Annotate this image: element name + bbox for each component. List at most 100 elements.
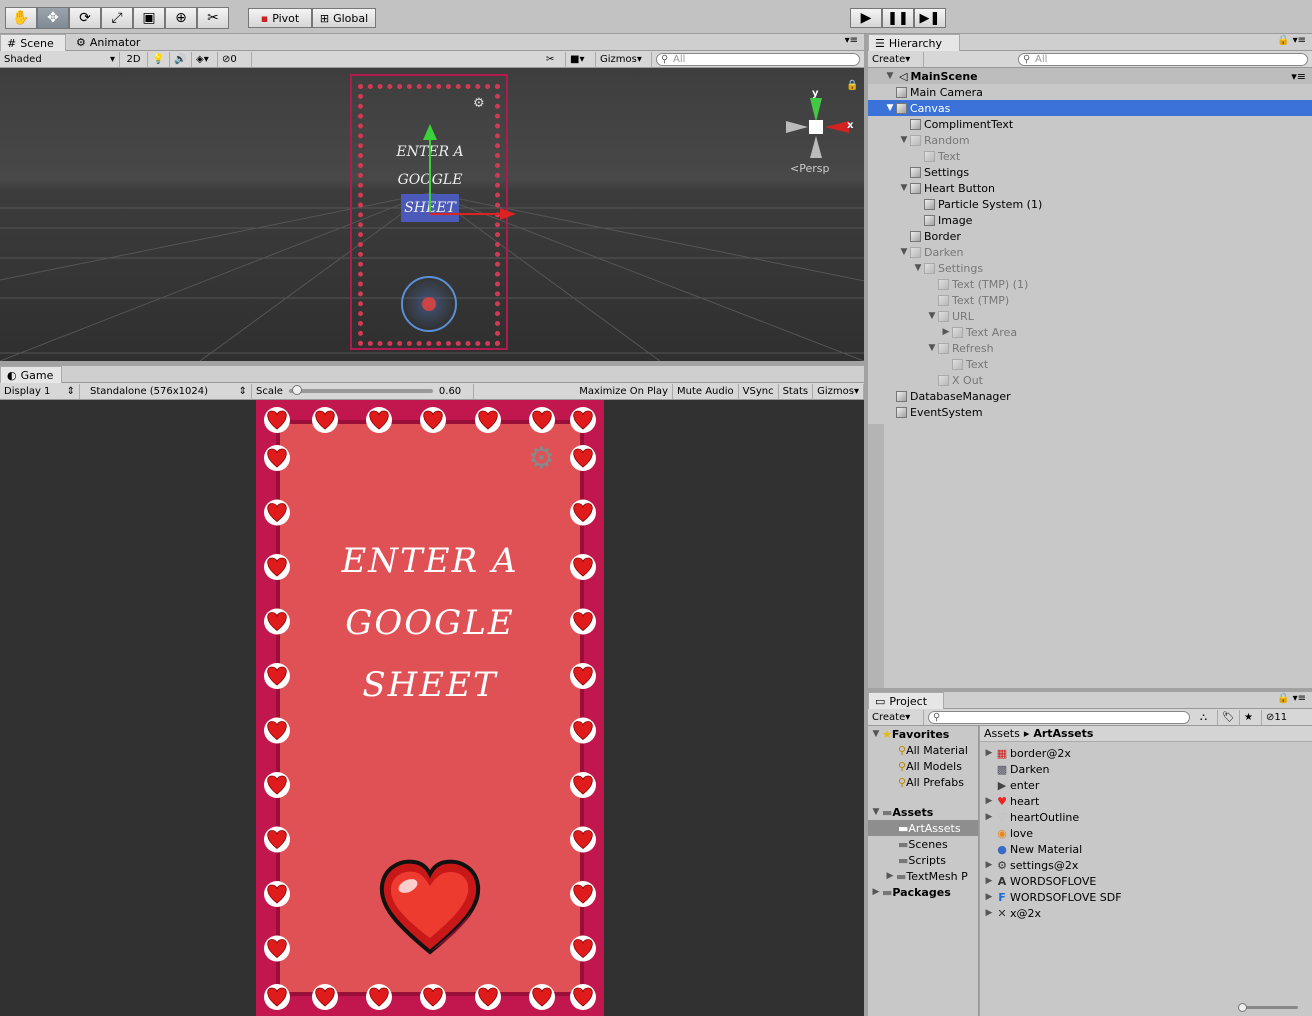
asset-item[interactable]: ▶ ♥ heart [984,793,1040,809]
expand-arrow-icon[interactable]: ▶ [984,860,994,870]
vsync-toggle[interactable]: VSync [739,383,779,399]
favorite-all-materials[interactable]: ⚲ All Material [898,742,968,758]
heart-button-icon[interactable] [376,858,484,958]
pause-button[interactable]: ❚❚ [882,8,914,28]
folder-scenes[interactable]: ▬ Scenes [898,836,948,852]
project-lock-icon[interactable]: 🔒 ▾≡ [1277,693,1306,704]
expand-arrow-icon[interactable]: ▼ [912,263,924,273]
hierarchy-item[interactable]: EventSystem [868,404,1312,420]
hierarchy-item[interactable]: ▼ Heart Button [868,180,1312,196]
folder-artassets[interactable]: ▬ ArtAssets [868,820,978,836]
2d-toggle[interactable]: 2D [120,51,148,67]
hierarchy-item[interactable]: Text [868,356,1312,372]
expand-arrow-icon[interactable]: ▼ [884,103,896,113]
hierarchy-item[interactable]: Main Camera [868,84,1312,100]
scene-panel-menu-icon[interactable]: ▾≡ [845,35,858,46]
tab-scene[interactable]: # Scene [0,34,66,51]
move-tool-icon[interactable]: ✥ [37,7,69,29]
assets-folder-row[interactable]: ▼ ▬ Assets [870,804,934,820]
expand-arrow-icon[interactable]: ▼ [870,807,882,817]
hierarchy-item[interactable]: X Out [868,372,1312,388]
camera-dropdown-icon[interactable]: ■▾ [566,51,596,67]
expand-arrow-icon[interactable]: ▶ [984,796,994,806]
hierarchy-item[interactable]: Particle System (1) [868,196,1312,212]
breadcrumb-current[interactable]: ArtAssets [1033,727,1093,740]
favorite-all-prefabs[interactable]: ⚲ All Prefabs [898,774,964,790]
hierarchy-item[interactable]: ComplimentText [868,116,1312,132]
expand-arrow-icon[interactable]: ▶ [984,748,994,758]
global-button[interactable]: ⊞ Global [312,8,376,28]
effects-toggle-icon[interactable]: ◈▾ [192,51,218,67]
play-button[interactable]: ▶ [850,8,882,28]
hierarchy-item[interactable]: Settings [868,164,1312,180]
axis-neg-x-cone-icon[interactable] [786,121,808,133]
hierarchy-item[interactable]: ▼ Refresh [868,340,1312,356]
hierarchy-item[interactable]: ▼ Darken [868,244,1312,260]
tab-animator[interactable]: ⚙ Animator [70,34,146,51]
settings-gear-icon[interactable]: ⚙ [528,444,555,474]
expand-arrow-icon[interactable]: ▼ [926,311,938,321]
mute-audio-toggle[interactable]: Mute Audio [673,383,739,399]
maximize-on-play-toggle[interactable]: Maximize On Play [575,383,673,399]
hierarchy-item[interactable]: Border [868,228,1312,244]
filter-type-icon[interactable]: ⛬ [1196,709,1218,725]
scale-slider[interactable]: Scale 0.60 [252,383,474,399]
lighting-toggle-icon[interactable]: 💡 [148,51,170,67]
resolution-dropdown[interactable]: Standalone (576x1024) ⇕ [86,383,252,399]
lock-icon[interactable]: 🔒 [846,80,858,91]
expand-arrow-icon[interactable]: ▼ [926,343,938,353]
custom-tool-icon[interactable]: ✂ [197,7,229,29]
expand-arrow-icon[interactable]: ▼ [898,135,910,145]
scale-track[interactable] [288,385,433,395]
icon-size-thumb[interactable] [1238,1003,1247,1012]
icon-size-slider[interactable] [1238,1003,1298,1012]
axis-x-cone-icon[interactable] [825,121,849,133]
scene-tools-icon[interactable]: ✂ [542,51,566,67]
expand-arrow-icon[interactable]: ▶ [870,887,882,897]
asset-item[interactable]: ▶ F WORDSOFLOVE SDF [984,889,1122,905]
asset-item[interactable]: ▶ ⚙ settings@2x [984,857,1079,873]
project-search-input[interactable]: ⚲ [928,710,1190,724]
hierarchy-create-button[interactable]: Create ▾ [868,51,924,67]
hierarchy-item[interactable]: Image [868,212,1312,228]
project-create-button[interactable]: Create ▾ [868,709,924,725]
transform-tool-icon[interactable]: ⊕ [165,7,197,29]
axis-center-cube-icon[interactable] [809,120,823,134]
tab-hierarchy[interactable]: ☰ Hierarchy [868,34,960,51]
scene-viewport[interactable]: ⚙ ENTER A GOOGLE SHEET y x 🔒 <Persp [0,68,864,361]
hierarchy-item[interactable]: Text (TMP) [868,292,1312,308]
hierarchy-item[interactable]: ▶ Text Area [868,324,1312,340]
game-gizmos-dropdown[interactable]: Gizmos ▾ [813,383,864,399]
step-button[interactable]: ▶❚ [914,8,946,28]
expand-arrow-icon[interactable]: ▶ [984,908,994,918]
favorite-star-icon[interactable]: ★ [1240,709,1262,725]
asset-item[interactable]: ◉ love [984,825,1033,841]
asset-item[interactable]: ▶ ✕ x@2x [984,905,1042,921]
folder-textmesh[interactable]: ▶ ▬ TextMesh P [884,868,978,884]
hierarchy-item[interactable]: ▼ Canvas [868,100,1312,116]
hierarchy-item[interactable]: ▼ Random [868,132,1312,148]
persp-label[interactable]: <Persp [790,162,829,175]
asset-item[interactable]: ▶ ▦ border@2x [984,745,1071,761]
rect-tool-icon[interactable]: ▣ [133,7,165,29]
tab-game[interactable]: ◐ Game [0,366,62,383]
display-dropdown[interactable]: Display 1 ⇕ [0,383,80,399]
scale-tool-icon[interactable]: ⤢ [101,7,133,29]
expand-arrow-icon[interactable]: ▼ [870,729,882,739]
packages-folder-row[interactable]: ▶ ▬ Packages [870,884,951,900]
hierarchy-item[interactable]: ▼ URL [868,308,1312,324]
filter-label-icon[interactable]: 🏷 [1218,709,1240,725]
favorite-all-models[interactable]: ⚲ All Models [898,758,962,774]
expand-arrow-icon[interactable]: ▶ [984,812,994,822]
scene-search-input[interactable]: ⚲ All [656,52,860,66]
hierarchy-search-input[interactable]: ⚲ All [1018,52,1308,66]
rotate-tool-icon[interactable]: ⟳ [69,7,101,29]
expand-arrow-icon[interactable]: ▶ [984,876,994,886]
gizmos-dropdown[interactable]: Gizmos ▾ [596,51,652,67]
tab-project[interactable]: ▭ Project [868,692,944,709]
pivot-button[interactable]: ▪ Pivot [248,8,312,28]
asset-item[interactable]: ▶ ♡ heartOutline [984,809,1080,825]
stats-toggle[interactable]: Stats [779,383,814,399]
hidden-packages-toggle[interactable]: ⊘ 11 [1262,710,1294,725]
game-viewport[interactable]: ⚙ ENTER A GOOGLE SHEET [0,400,864,1016]
